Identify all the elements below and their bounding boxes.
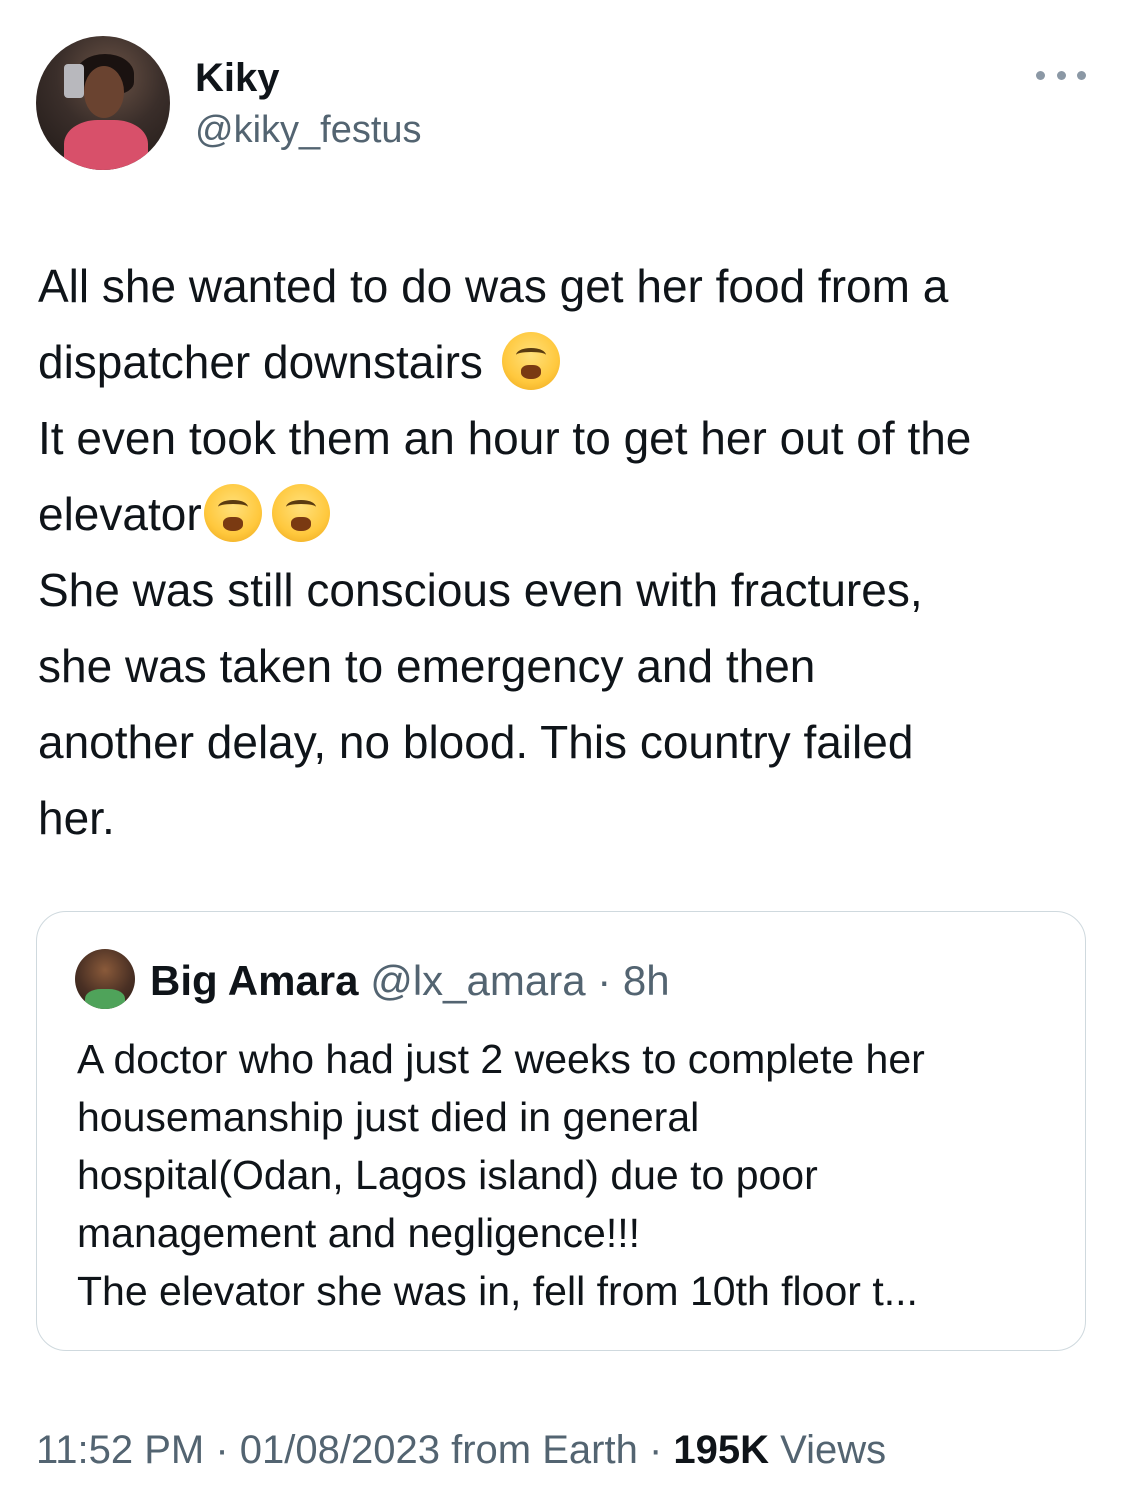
meta-separator: · — [637, 1428, 674, 1472]
tweet-line-text: dispatcher downstairs — [38, 336, 496, 388]
tweet-time[interactable]: 11:52 PM — [36, 1428, 204, 1472]
quoted-line: hospital(Odan, Lagos island) due to poor — [77, 1152, 818, 1198]
author-handle[interactable]: @kiky_festus — [195, 107, 422, 153]
meta-separator: · — [204, 1428, 240, 1472]
avatar-phone — [64, 64, 84, 98]
more-dot — [1077, 70, 1086, 80]
quoted-line: A doctor who had just 2 weeks to complet… — [77, 1036, 925, 1082]
tweet-line: dispatcher downstairs — [38, 324, 1098, 400]
tweet-line: she was taken to emergency and then — [38, 640, 816, 692]
weary-face-emoji-icon — [271, 484, 330, 542]
quoted-header: Big Amara @lx_amara · 8h — [150, 955, 670, 1007]
quoted-line: management and negligence!!! — [77, 1210, 641, 1256]
tweet-line: her. — [38, 792, 115, 844]
tweet-line: elevator — [38, 476, 1098, 552]
author-name[interactable]: Kiky — [195, 54, 280, 102]
tweet-meta: 11:52 PM · 01/08/2023 from Earth · 195K … — [36, 1424, 886, 1476]
quoted-line: The elevator she was in, fell from 10th … — [77, 1268, 918, 1314]
quoted-time: 8h — [622, 957, 670, 1004]
quoted-author-name: Big Amara — [150, 957, 359, 1004]
tweet-line: another delay, no blood. This country fa… — [38, 716, 914, 768]
quoted-author-avatar — [75, 949, 135, 1009]
avatar-face — [84, 66, 124, 118]
more-options-icon[interactable] — [1036, 62, 1086, 88]
quoted-separator: · — [597, 957, 612, 1004]
more-dot — [1056, 70, 1066, 80]
quoted-text: A doctor who had just 2 weeks to complet… — [77, 1030, 1067, 1320]
views-label: Views — [769, 1428, 887, 1472]
author-avatar[interactable] — [36, 36, 170, 170]
avatar-dress — [64, 120, 148, 170]
quoted-line: housemanship just died in general — [77, 1094, 700, 1140]
tweet-line-text: elevator — [38, 488, 202, 540]
views-count: 195K — [673, 1428, 770, 1472]
weary-face-emoji-icon — [501, 332, 560, 390]
tweet-date[interactable]: 01/08/2023 — [240, 1428, 440, 1472]
tweet-text: All she wanted to do was get her food fr… — [38, 248, 1098, 856]
quoted-tweet[interactable]: Big Amara @lx_amara · 8h A doctor who ha… — [36, 911, 1086, 1351]
tweet-line: She was still conscious even with fractu… — [38, 564, 923, 616]
weary-face-emoji-icon — [203, 484, 262, 542]
tweet-line: All she wanted to do was get her food fr… — [38, 260, 949, 312]
tweet-source: from Earth — [440, 1428, 638, 1472]
tweet-line: It even took them an hour to get her out… — [38, 412, 972, 464]
avatar-shirt — [85, 989, 125, 1009]
quoted-author-handle: @lx_amara — [370, 957, 586, 1004]
more-dot — [1036, 70, 1045, 80]
